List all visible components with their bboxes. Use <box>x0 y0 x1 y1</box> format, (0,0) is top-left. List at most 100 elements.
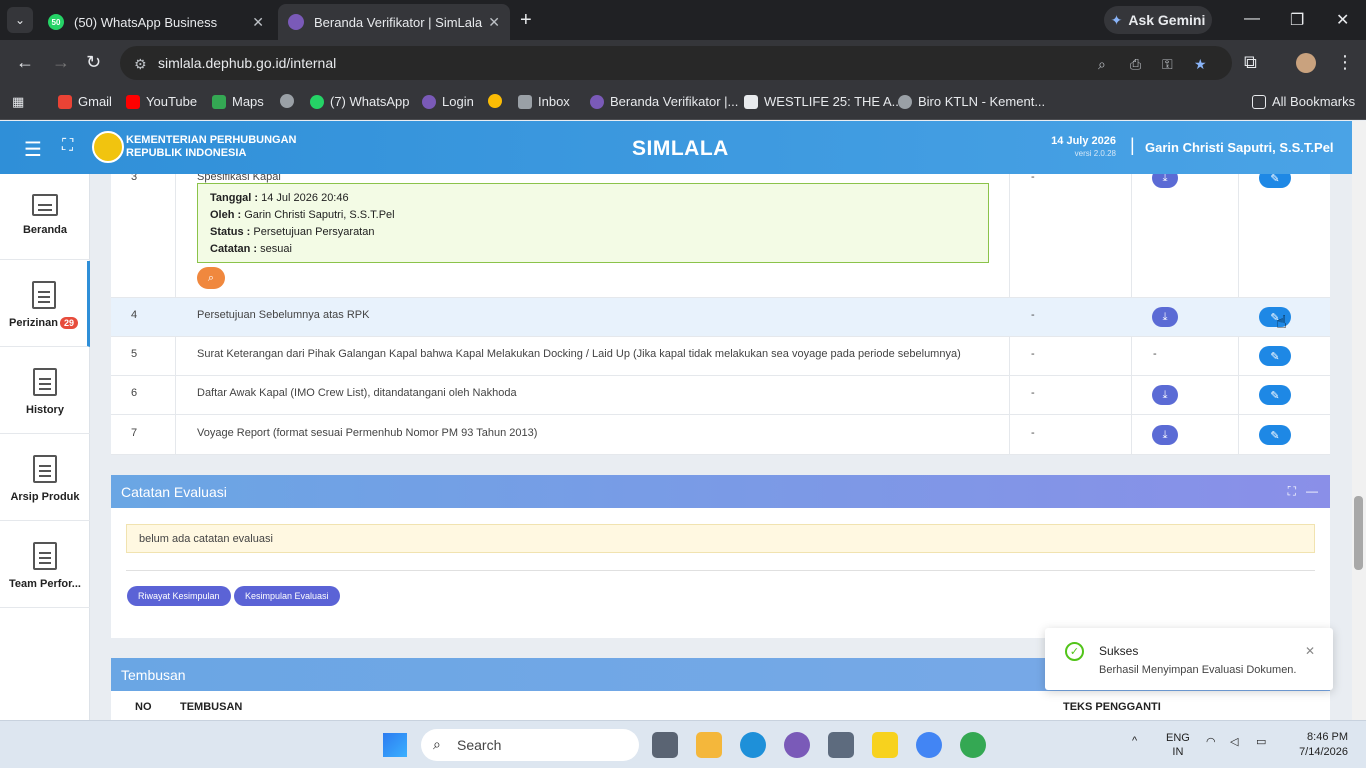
tab-simlala[interactable]: Beranda Verifikator | SimLala ✕ <box>278 4 510 40</box>
download-icon: ⤓ <box>1162 388 1168 401</box>
new-tab-icon[interactable]: + <box>520 9 532 32</box>
close-tab-icon[interactable]: ✕ <box>252 14 264 31</box>
back-icon[interactable]: ← <box>16 52 34 73</box>
whatsapp-icon: 50 <box>48 14 64 30</box>
sidebar-item-beranda[interactable]: Beranda <box>0 174 90 260</box>
sidebar-item-perizinan[interactable]: Perizinan 29 <box>0 261 90 347</box>
hamburger-menu-icon[interactable]: ☰ <box>24 137 42 162</box>
bookmark-inbox[interactable]: Inbox <box>518 94 570 109</box>
tab-search-dropdown-icon[interactable]: ⌄ <box>7 7 33 33</box>
table-row: 4 Persetujuan Sebelumnya atas RPK - ⤓ ✎ <box>111 298 1330 337</box>
empty-note-alert: belum ada catatan evaluasi <box>126 524 1315 553</box>
edit-button[interactable]: ✎ <box>1259 425 1291 445</box>
address-bar[interactable]: ⚙ simlala.dephub.go.id/internal ⌕ ⎙ ⚿ ★ <box>120 46 1232 80</box>
restore-icon[interactable]: ❐ <box>1290 10 1304 30</box>
bookmark-biro[interactable]: Biro KTLN - Kement... <box>898 94 1045 109</box>
app-version: versi 2.0.28 <box>1074 149 1116 158</box>
document-table: 3 Spesifikasi Kapal - Tanggal : 14 Jul 2… <box>111 174 1330 455</box>
view-history-button[interactable]: ⌕ <box>197 267 225 289</box>
close-tab-icon[interactable]: ✕ <box>488 14 500 31</box>
ask-gemini-button[interactable]: ✦ Ask Gemini <box>1104 6 1212 34</box>
bookmark-globe[interactable] <box>280 94 294 108</box>
bookmark-pinwheel[interactable] <box>488 94 502 108</box>
tray-expand-icon[interactable]: ^ <box>1132 735 1137 747</box>
youtube-icon <box>126 94 140 109</box>
sidebar-item-arsip[interactable]: Arsip Produk <box>0 435 90 521</box>
whatsapp-icon <box>310 94 324 109</box>
all-bookmarks[interactable]: All Bookmarks <box>1252 94 1355 109</box>
scrollbar-thumb[interactable] <box>1354 496 1363 570</box>
gemini-icon: ✦ <box>1110 11 1123 28</box>
windows-start-icon[interactable] <box>383 733 407 757</box>
bookmark-login[interactable]: Login <box>422 94 474 109</box>
table-row: 7 Voyage Report (format sesuai Permenhub… <box>111 415 1330 455</box>
forward-icon[interactable]: → <box>52 52 70 73</box>
kesimpulan-evaluasi-button[interactable]: Kesimpulan Evaluasi <box>234 586 340 606</box>
battery-icon[interactable]: ▭ <box>1256 735 1266 748</box>
profile-avatar[interactable] <box>1296 53 1316 73</box>
download-button[interactable]: ⤓ <box>1152 425 1178 445</box>
language-indicator[interactable]: ENG IN <box>1166 731 1190 759</box>
header-separator: | <box>1130 135 1135 155</box>
search-icon: ⌕ <box>433 736 441 752</box>
taskbar-clock[interactable]: 8:46 PM 7/14/2026 <box>1299 730 1348 760</box>
download-button[interactable]: ⤓ <box>1152 307 1178 327</box>
sidebar-item-team[interactable]: Team Perfor... <box>0 522 90 608</box>
zoom-icon[interactable]: ⌕ <box>1098 56 1106 73</box>
wifi-icon[interactable]: ◠ <box>1206 735 1216 748</box>
edit-button[interactable]: ✎ <box>1259 346 1291 366</box>
browser-tab-strip: ⌄ 50 (50) WhatsApp Business ✕ Beranda Ve… <box>0 0 1366 40</box>
bookmark-maps[interactable]: Maps <box>212 94 264 109</box>
chrome-profile-icon[interactable] <box>960 732 986 758</box>
toast-message: Berhasil Menyimpan Evaluasi Dokumen. <box>1099 664 1297 676</box>
notification-badge: 29 <box>59 317 78 329</box>
bookmark-youtube[interactable]: YouTube <box>126 94 197 109</box>
windows-taskbar: ⌕ Search ^ ENG IN ◠ ◁ ▭ 8:46 PM 7/14/2026 <box>0 720 1366 768</box>
reload-icon[interactable]: ↻ <box>86 52 101 73</box>
sidebar: Beranda Perizinan 29 History Arsip Produk… <box>0 174 90 720</box>
download-button[interactable]: ⤓ <box>1152 174 1178 188</box>
bookmark-beranda[interactable]: Beranda Verifikator |... <box>590 94 738 109</box>
page-icon <box>744 94 758 109</box>
password-key-icon[interactable]: ⚿ <box>1162 56 1173 73</box>
task-view-icon[interactable] <box>652 732 678 758</box>
edit-icon: ✎ <box>1270 174 1280 185</box>
expand-icon[interactable]: ⛶ <box>1288 484 1296 499</box>
edit-button[interactable]: ✎ <box>1259 174 1291 188</box>
install-icon[interactable]: ⎙ <box>1130 56 1141 73</box>
simlala-icon <box>590 94 604 109</box>
file-explorer-icon[interactable] <box>696 732 722 758</box>
url-text: simlala.dephub.go.id/internal <box>158 55 337 71</box>
page-scrollbar[interactable] <box>1352 121 1366 720</box>
collapse-icon[interactable]: — <box>1306 484 1318 498</box>
extensions-icon[interactable]: ⧉ <box>1244 52 1257 73</box>
close-window-icon[interactable]: ✕ <box>1336 10 1349 30</box>
edit-button[interactable]: ✎ <box>1259 385 1291 405</box>
sidebar-item-history[interactable]: History <box>0 348 90 434</box>
bookmark-star-icon[interactable]: ★ <box>1194 56 1207 73</box>
apps-grid-icon[interactable]: ▦ <box>12 94 24 110</box>
app-icon[interactable] <box>784 732 810 758</box>
edge-icon[interactable] <box>740 732 766 758</box>
volume-icon[interactable]: ◁ <box>1230 735 1238 748</box>
taskbar-search[interactable]: ⌕ Search <box>421 729 639 761</box>
tab-title: Beranda Verifikator | SimLala <box>314 14 483 30</box>
sticky-notes-icon[interactable] <box>872 732 898 758</box>
bookmark-gmail[interactable]: Gmail <box>58 94 112 109</box>
close-toast-icon[interactable]: ✕ <box>1305 644 1315 658</box>
column-header-no: NO <box>135 701 152 713</box>
success-toast: ✓ Sukses Berhasil Menyimpan Evaluasi Dok… <box>1045 628 1333 690</box>
riwayat-kesimpulan-button[interactable]: Riwayat Kesimpulan <box>127 586 231 606</box>
site-info-icon[interactable]: ⚙ <box>134 56 147 73</box>
chrome-icon[interactable] <box>916 732 942 758</box>
user-name[interactable]: Garin Christi Saputri, S.S.T.Pel <box>1145 140 1334 155</box>
menu-kebab-icon[interactable]: ⋮ <box>1336 52 1354 73</box>
download-button[interactable]: ⤓ <box>1152 385 1178 405</box>
bookmark-westlife[interactable]: WESTLIFE 25: THE A... <box>744 94 902 109</box>
card-title: Catatan Evaluasi <box>121 484 227 500</box>
fullscreen-icon[interactable]: ⛶ <box>62 137 73 155</box>
camera-icon[interactable] <box>828 732 854 758</box>
bookmark-whatsapp[interactable]: (7) WhatsApp <box>310 94 409 109</box>
minimize-icon[interactable]: — <box>1244 10 1260 28</box>
tab-whatsapp[interactable]: 50 (50) WhatsApp Business ✕ <box>38 4 274 40</box>
